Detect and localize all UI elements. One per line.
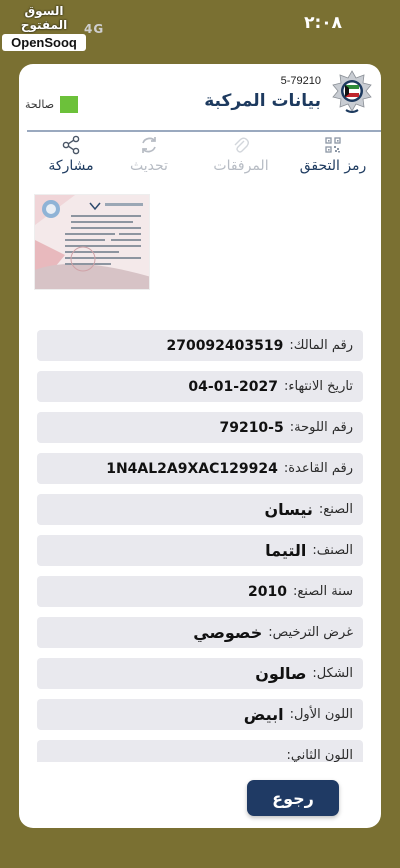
attachments-label: المرفقات	[213, 158, 269, 174]
kuwait-police-emblem-icon	[331, 70, 373, 116]
field-label: الشكل:	[312, 666, 353, 681]
vehicle-fields-list: رقم المالك: 270092403519 تاريخ الانتهاء:…	[37, 330, 363, 762]
field-label: رقم اللوحة:	[289, 420, 353, 435]
field-label: اللون الثاني:	[286, 748, 353, 762]
watermark-latin: OpenSooq	[2, 34, 86, 51]
field-value: 04-01-2027	[188, 378, 278, 395]
signal-indicator: 4G	[84, 22, 105, 36]
share-button[interactable]: مشاركة	[31, 134, 111, 174]
field-expiry-date: تاريخ الانتهاء: 04-01-2027	[37, 371, 363, 402]
field-label: تاريخ الانتهاء:	[283, 379, 353, 394]
field-label: الصنف:	[312, 543, 353, 558]
watermark-arabic: السوق المفتوح	[20, 4, 68, 32]
field-value: 79210-5	[219, 419, 284, 436]
details-scroll-area[interactable]: رقم المالك: 270092403519 تاريخ الانتهاء:…	[19, 186, 381, 762]
field-license-purpose: غرض الترخيص: خصوصي	[37, 617, 363, 648]
field-value: خصوصي	[193, 623, 263, 642]
action-toolbar: رمز التحقق المرفقات تحديث مشاركة	[19, 134, 381, 180]
vehicle-data-card: 5-79210 بيانات المركبة صالحة رمز التحقق …	[19, 64, 381, 828]
card-header: 5-79210 بيانات المركبة صالحة	[19, 64, 381, 132]
field-label: رقم المالك:	[289, 338, 353, 353]
field-value: التيما	[265, 541, 307, 560]
field-secondary-color: اللون الثاني:	[37, 740, 363, 762]
registration-document-thumbnail[interactable]	[34, 194, 150, 290]
field-value: 1N4AL2A9XAC129924	[106, 460, 278, 477]
field-chassis-number: رقم القاعدة: 1N4AL2A9XAC129924	[37, 453, 363, 484]
vehicle-number: 5-79210	[280, 75, 321, 87]
refresh-icon	[109, 134, 189, 156]
field-primary-color: اللون الأول: ابيض	[37, 699, 363, 730]
page-title: بيانات المركبة	[204, 91, 321, 111]
attachment-icon	[201, 134, 281, 156]
status-badge	[60, 96, 79, 113]
refresh-button[interactable]: تحديث	[109, 134, 189, 174]
field-model: الصنف: التيما	[37, 535, 363, 566]
refresh-label: تحديث	[130, 158, 168, 174]
field-label: غرض الترخيص:	[268, 625, 353, 640]
field-value: 2010	[248, 583, 287, 600]
header-divider	[27, 130, 381, 132]
field-owner-number: رقم المالك: 270092403519	[37, 330, 363, 361]
field-label: سنة الصنع:	[293, 584, 353, 599]
field-body-shape: الشكل: صالون	[37, 658, 363, 689]
attachments-button[interactable]: المرفقات	[201, 134, 281, 174]
field-plate-number: رقم اللوحة: 79210-5	[37, 412, 363, 443]
back-button[interactable]: رجوع	[247, 780, 339, 816]
status-badge-label: صالحة	[25, 98, 55, 111]
field-make: الصنع: نيسان	[37, 494, 363, 525]
qr-code-label: رمز التحقق	[299, 158, 367, 174]
share-label: مشاركة	[48, 158, 94, 174]
qr-code-icon	[293, 134, 373, 156]
validity-status: صالحة	[25, 96, 79, 113]
status-clock: ٢:٠٨	[304, 13, 342, 33]
field-value: 270092403519	[166, 337, 284, 354]
status-bar: السوق المفتوح OpenSooq 4G ٢:٠٨	[0, 0, 400, 51]
opensooq-watermark: السوق المفتوح OpenSooq	[2, 4, 86, 51]
field-label: الصنع:	[318, 502, 353, 517]
qr-code-button[interactable]: رمز التحقق	[293, 134, 373, 174]
field-label: اللون الأول:	[289, 707, 353, 722]
field-manufacture-year: سنة الصنع: 2010	[37, 576, 363, 607]
field-value: ابيض	[243, 705, 284, 724]
field-value: نيسان	[264, 500, 313, 519]
share-icon	[31, 134, 111, 156]
field-label: رقم القاعدة:	[283, 461, 353, 476]
field-value: صالون	[255, 664, 307, 683]
